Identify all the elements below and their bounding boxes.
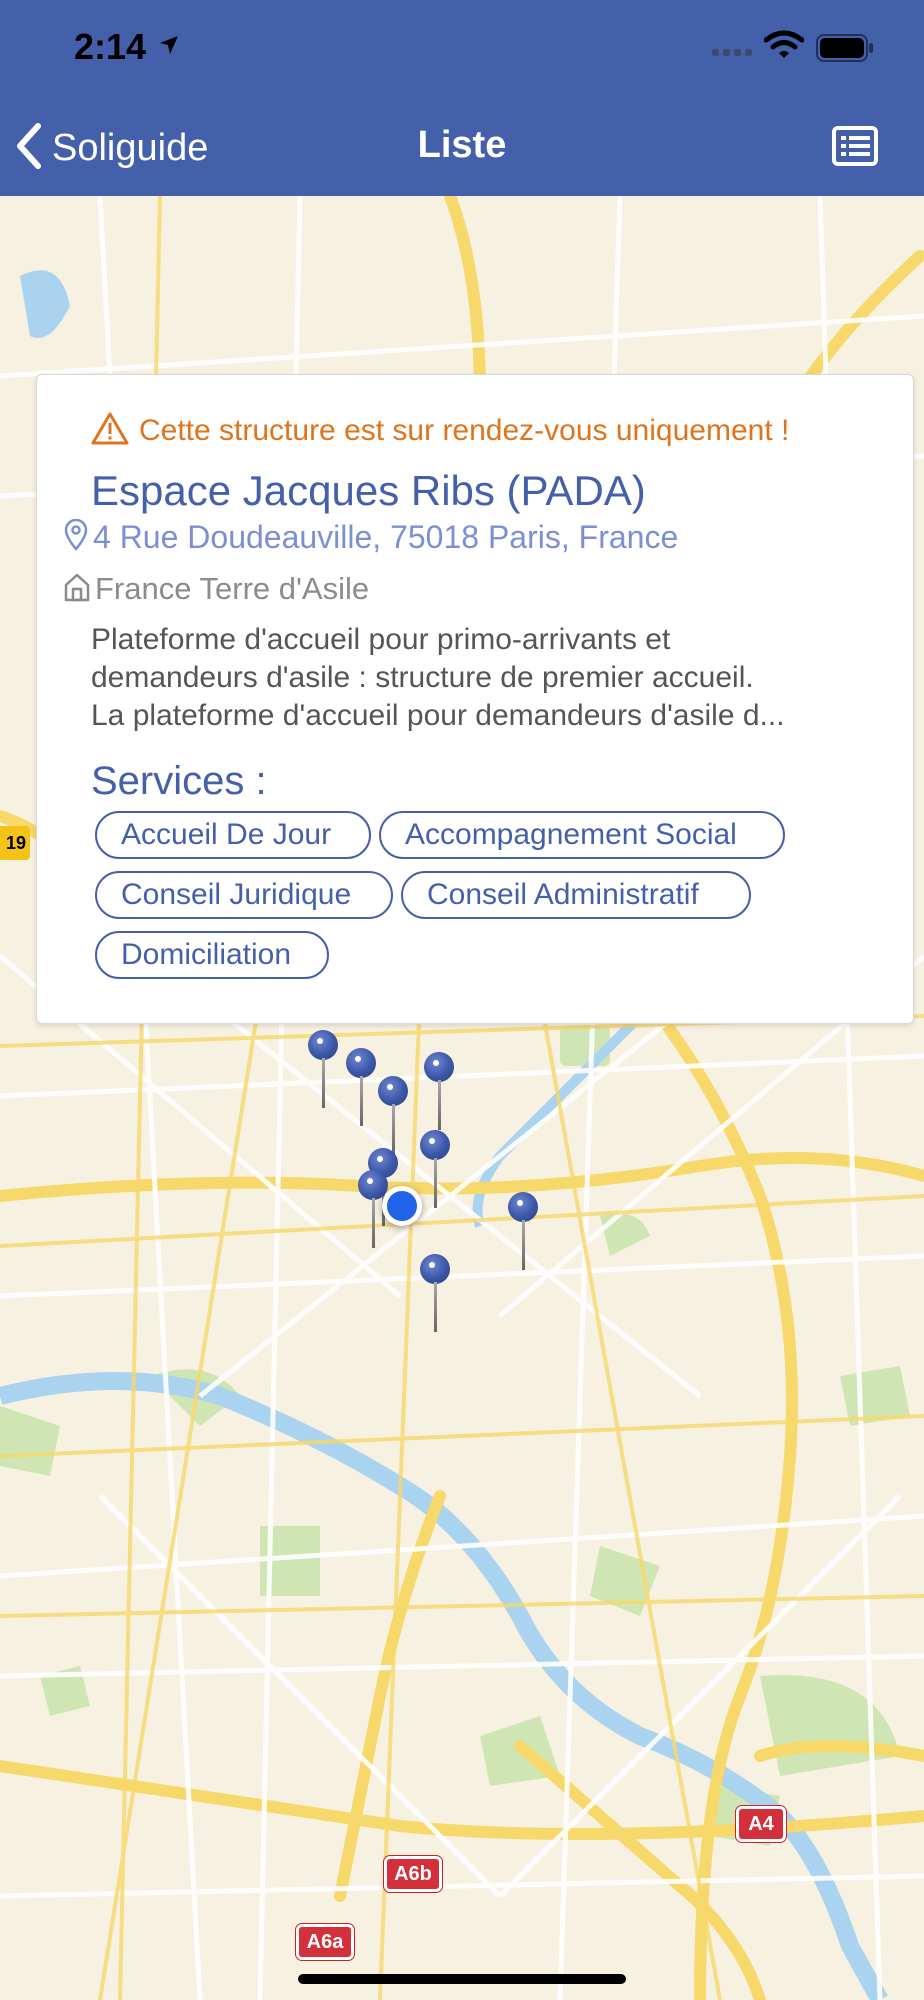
home-icon	[63, 572, 91, 607]
home-indicator[interactable]	[298, 1974, 626, 1984]
structure-name[interactable]: Espace Jacques Ribs (PADA)	[91, 467, 646, 515]
description-line: Plateforme d'accueil pour primo-arrivant…	[91, 623, 671, 656]
list-icon	[832, 126, 878, 170]
organization-row: France Terre d'Asile	[63, 571, 369, 607]
location-pin-icon	[63, 518, 89, 556]
warning-text: Cette structure est sur rendez-vous uniq…	[139, 413, 790, 447]
map-pin[interactable]	[418, 1254, 452, 1334]
structure-info-card[interactable]: Cette structure est sur rendez-vous uniq…	[36, 374, 914, 1024]
list-view-button[interactable]	[832, 126, 878, 171]
service-chip[interactable]: Conseil Administratif	[401, 871, 751, 919]
road-label-19: 19	[0, 826, 30, 860]
structure-description: Plateforme d'accueil pour primo-arrivant…	[91, 621, 881, 735]
description-line: demandeurs d'asile : structure de premie…	[91, 661, 754, 694]
address-row[interactable]: 4 Rue Doudeauville, 75018 Paris, France	[63, 518, 679, 556]
warning-icon	[91, 411, 129, 450]
road-label-a6a: A6a	[296, 1924, 354, 1960]
cellular-signal-icon	[712, 44, 754, 62]
address-text: 4 Rue Doudeauville, 75018 Paris, France	[93, 519, 679, 555]
service-chip[interactable]: Conseil Juridique	[95, 871, 393, 919]
map-pin[interactable]	[344, 1048, 378, 1128]
road-label-a6b: A6b	[384, 1856, 442, 1892]
map-pin[interactable]	[422, 1052, 456, 1132]
navigation-bar: 2:14 Soliguide Liste	[0, 0, 924, 196]
appointment-warning: Cette structure est sur rendez-vous uniq…	[91, 411, 789, 450]
service-chip[interactable]: Accompagnement Social	[379, 811, 785, 859]
map-pin[interactable]	[306, 1030, 340, 1110]
status-time: 2:14	[74, 26, 147, 67]
services-heading: Services :	[91, 759, 267, 803]
map-pin[interactable]	[376, 1076, 410, 1156]
map-pin[interactable]	[506, 1192, 540, 1272]
battery-icon	[816, 34, 874, 67]
organization-name: France Terre d'Asile	[95, 571, 370, 606]
road-label-a4: A4	[736, 1806, 786, 1842]
wifi-icon	[763, 30, 805, 65]
map-pin[interactable]	[418, 1130, 452, 1210]
description-line: La plateforme d'accueil pour demandeurs …	[91, 699, 785, 732]
user-location-dot	[382, 1186, 422, 1226]
location-arrow-icon	[158, 34, 180, 61]
page-title: Liste	[417, 124, 507, 166]
service-chip[interactable]: Accueil De Jour	[95, 811, 371, 859]
service-chip[interactable]: Domiciliation	[95, 931, 329, 979]
